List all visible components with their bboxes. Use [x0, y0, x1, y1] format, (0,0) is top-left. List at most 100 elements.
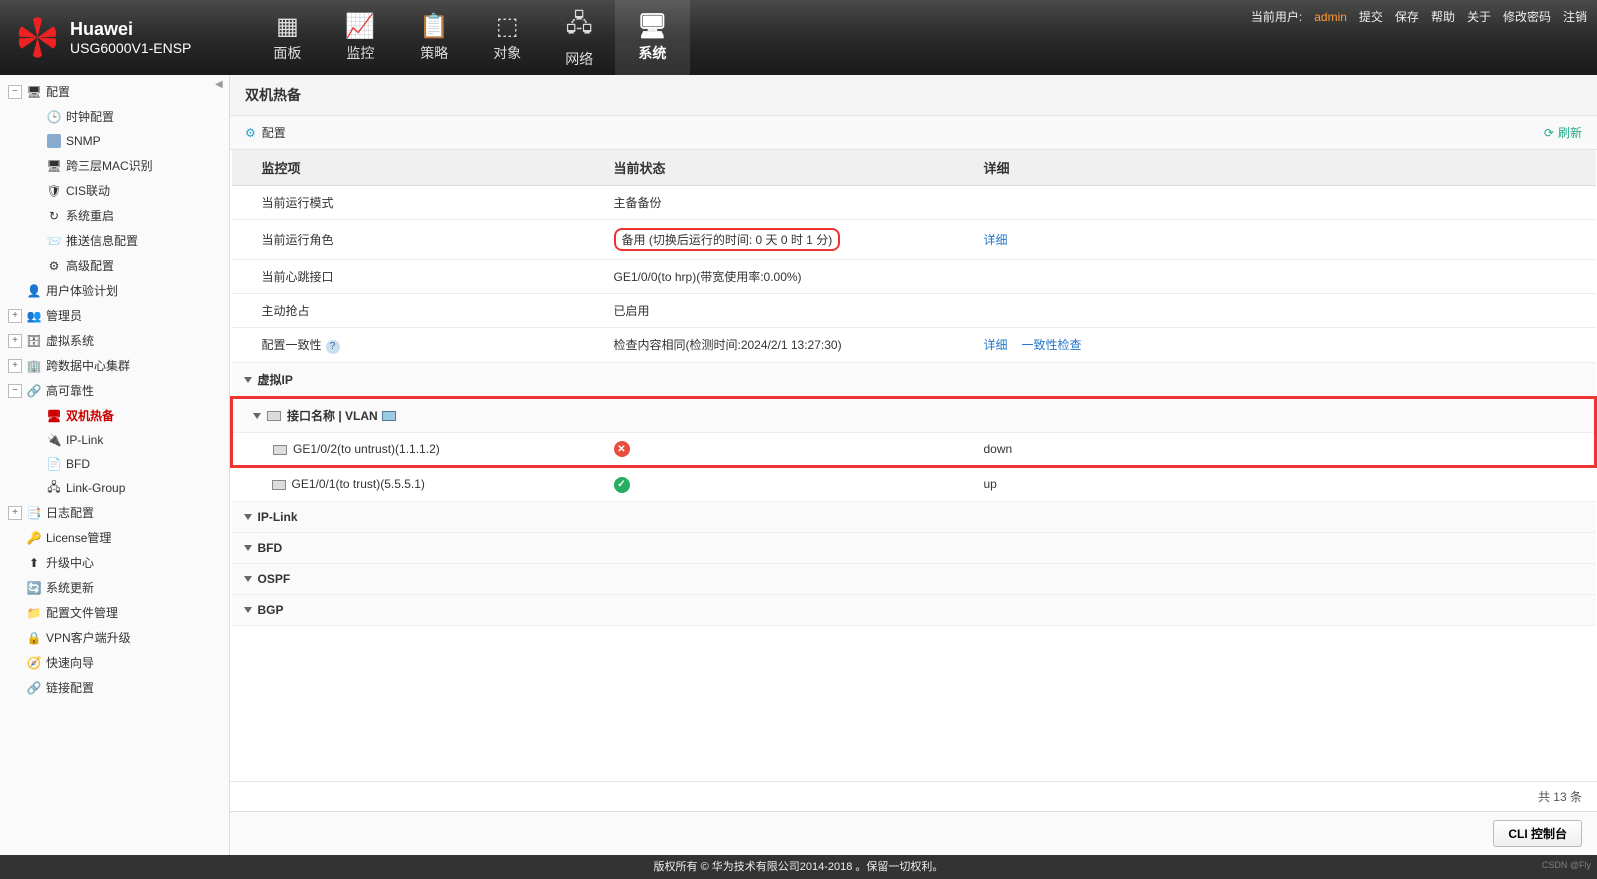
row-preempt: 主动抢占 已启用 [232, 294, 1596, 328]
refresh-button[interactable]: ⟳ 刷新 [1544, 124, 1582, 141]
role-detail-link[interactable]: 详细 [984, 233, 1008, 247]
plus-icon[interactable]: + [8, 334, 22, 348]
tree-admin[interactable]: +👥管理员 [0, 303, 229, 328]
row-interface-1: GE1/0/1(to trust)(5.5.5.1) ✓ up [232, 467, 1596, 502]
nav-policy[interactable]: 📋策略 [397, 0, 471, 75]
wizard-icon: 🧭 [26, 655, 42, 671]
col-detail: 详细 [972, 150, 1596, 186]
row-interface-0: GE1/0/2(to untrust)(1.1.1.2) ✕ down [232, 432, 1596, 467]
tree-cis[interactable]: 🛡CIS联动 [20, 178, 229, 203]
tree-vpnclient[interactable]: 🔒VPN客户端升级 [0, 625, 229, 650]
row-consistency: 配置一致性? 检查内容相同(检测时间:2024/2/1 13:27:30) 详细… [232, 328, 1596, 363]
iplink-icon: 🔌 [46, 432, 62, 448]
cli-bar: CLI 控制台 [230, 811, 1597, 855]
link-about[interactable]: 关于 [1467, 8, 1491, 25]
tree-bfd[interactable]: 📄BFD [20, 452, 229, 476]
config-label[interactable]: 配置 [262, 124, 286, 141]
link-logout[interactable]: 注销 [1563, 8, 1587, 25]
nav-object[interactable]: ⬚对象 [471, 0, 543, 75]
tree-update[interactable]: 🔄系统更新 [0, 575, 229, 600]
consist-detail-link[interactable]: 详细 [984, 338, 1008, 352]
top-nav: ▦面板 📈监控 📋策略 ⬚对象 🖧网络 🖥系统 [251, 0, 689, 75]
tree-snmp[interactable]: SNMP [20, 129, 229, 153]
link-commit[interactable]: 提交 [1359, 8, 1383, 25]
chevron-down-icon [244, 607, 252, 613]
advanced-icon: ⚙ [46, 258, 62, 274]
section-vip[interactable]: 虚拟IP [232, 362, 1596, 397]
role-highlight: 备用 (切换后运行的时间: 0 天 0 时 1 分) [614, 228, 841, 251]
tree-wizard[interactable]: 🧭快速向导 [0, 650, 229, 675]
minus-icon[interactable]: − [8, 384, 22, 398]
section-ifvlan[interactable]: 接口名称 | VLAN [232, 397, 1596, 432]
tree-license[interactable]: 🔑License管理 [0, 525, 229, 550]
plus-icon[interactable]: + [8, 506, 22, 520]
folder-icon: 🖥 [26, 84, 42, 100]
sidebar-collapse-icon[interactable]: ◀ [215, 79, 229, 93]
tree-advanced[interactable]: ⚙高级配置 [20, 253, 229, 278]
status-table: 监控项 当前状态 详细 当前运行模式 主备备份 当前运行角色 备用 (切换后运行… [230, 150, 1597, 626]
brand-logo: Huawei USG6000V1-ENSP [0, 15, 191, 60]
tree-dc[interactable]: +🏢跨数据中心集群 [0, 353, 229, 378]
system-icon: 🖥 [637, 12, 667, 41]
nav-network[interactable]: 🖧网络 [543, 0, 615, 75]
ha-icon: 🔗 [26, 383, 42, 399]
network-icon: 🖧 [566, 6, 593, 47]
refresh-icon: ⟳ [1544, 126, 1554, 140]
tree-linkgroup[interactable]: 🖧Link-Group [20, 476, 229, 500]
vlan-icon [382, 411, 396, 421]
link-changepw[interactable]: 修改密码 [1503, 8, 1551, 25]
hrp-icon: 🖥 [46, 408, 62, 424]
cli-console-button[interactable]: CLI 控制台 [1493, 820, 1582, 847]
tree-hrp[interactable]: 🖥双机热备 [20, 403, 229, 428]
app-header: Huawei USG6000V1-ENSP ▦面板 📈监控 📋策略 ⬚对象 🖧网… [0, 0, 1597, 75]
policy-icon: 📋 [419, 12, 449, 41]
tree-push[interactable]: 📨推送信息配置 [20, 228, 229, 253]
tree-clock[interactable]: 🕒时钟配置 [20, 104, 229, 129]
tree-ha[interactable]: −🔗高可靠性 [0, 378, 229, 403]
interface-icon [267, 411, 281, 421]
current-user: admin [1314, 10, 1347, 24]
plus-icon[interactable]: + [8, 359, 22, 373]
page-title: 双机热备 [230, 75, 1597, 116]
tree-upgrade[interactable]: ⬆升级中心 [0, 550, 229, 575]
nav-dashboard[interactable]: ▦面板 [251, 0, 323, 75]
section-iplink[interactable]: IP-Link [232, 501, 1596, 532]
consist-check-link[interactable]: 一致性检查 [1022, 338, 1082, 352]
section-bfd[interactable]: BFD [232, 532, 1596, 563]
tree-vsys[interactable]: +🗄虚拟系统 [0, 328, 229, 353]
table-total: 共 13 条 [230, 781, 1597, 811]
col-status: 当前状态 [602, 150, 972, 186]
row-role: 当前运行角色 备用 (切换后运行的时间: 0 天 0 时 1 分) 详细 [232, 220, 1596, 260]
plus-icon[interactable]: + [8, 309, 22, 323]
link-help[interactable]: 帮助 [1431, 8, 1455, 25]
chevron-down-icon [244, 377, 252, 383]
nav-system[interactable]: 🖥系统 [615, 0, 689, 75]
section-bgp[interactable]: BGP [232, 594, 1596, 625]
tree-restart[interactable]: ↻系统重启 [20, 203, 229, 228]
huawei-logo-icon [15, 15, 60, 60]
minus-icon[interactable]: − [8, 85, 22, 99]
snmp-icon [46, 133, 62, 149]
tree-cfgfile[interactable]: 📁配置文件管理 [0, 600, 229, 625]
tree-ux[interactable]: 👤用户体验计划 [0, 278, 229, 303]
monitor-icon: 📈 [345, 12, 375, 41]
log-icon: 📑 [26, 505, 42, 521]
section-ospf[interactable]: OSPF [232, 563, 1596, 594]
page-footer: 版权所有 © 华为技术有限公司2014-2018 。保留一切权利。 CSDN @… [0, 855, 1597, 879]
tree-logcfg[interactable]: +📑日志配置 [0, 500, 229, 525]
nav-monitor[interactable]: 📈监控 [323, 0, 397, 75]
tree-iplink[interactable]: 🔌IP-Link [20, 428, 229, 452]
bfd-icon: 📄 [46, 456, 62, 472]
current-user-label: 当前用户: [1251, 8, 1302, 25]
vpn-icon: 🔒 [26, 630, 42, 646]
sidebar: ◀ − 🖥 配置 🕒时钟配置 SNMP 🖥跨三层MAC识别 🛡CIS联动 ↻系统… [0, 75, 230, 855]
tree-config[interactable]: − 🖥 配置 [0, 79, 229, 104]
link-save[interactable]: 保存 [1395, 8, 1419, 25]
tree-linkcfg[interactable]: 🔗链接配置 [0, 675, 229, 700]
col-monitor: 监控项 [232, 150, 602, 186]
watermark: CSDN @Fly [1542, 853, 1591, 877]
tree-mac[interactable]: 🖥跨三层MAC识别 [20, 153, 229, 178]
interface-icon [273, 445, 287, 455]
license-icon: 🔑 [26, 530, 42, 546]
help-icon[interactable]: ? [326, 340, 340, 354]
